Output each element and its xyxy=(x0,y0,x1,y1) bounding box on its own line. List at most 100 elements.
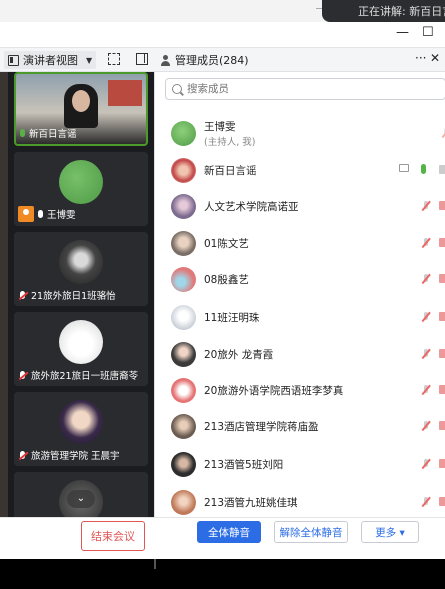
shared-screen-edge xyxy=(0,72,8,517)
camera-off-icon[interactable] xyxy=(439,497,445,506)
screen-share-indicator-bar: 正在讲解: 新百日言谣 xyxy=(0,0,445,22)
member-role: (主持人, 我) xyxy=(204,137,256,148)
camera-off-icon[interactable] xyxy=(439,385,445,394)
avatar xyxy=(171,305,196,330)
window-titlebar: — ☐ xyxy=(0,22,445,48)
video-tile[interactable]: 21旅外旅日1班骆怡 xyxy=(14,232,148,306)
microphone-muted-icon[interactable] xyxy=(421,421,431,431)
video-tile[interactable]: 旅游管理学院 王晨宇 xyxy=(14,392,148,466)
video-gallery[interactable]: 新百日言谣 王博雯 21旅外旅日1班骆怡 旅外旅21旅日一班唐裔苓 旅游管理学院… xyxy=(8,72,154,517)
microphone-muted-icon[interactable] xyxy=(421,274,431,284)
member-row[interactable]: 08殷鑫艺 xyxy=(155,262,445,298)
avatar xyxy=(171,158,196,183)
host-badge-icon xyxy=(18,206,34,222)
screen-share-icon xyxy=(399,164,409,172)
background-poster xyxy=(108,80,142,106)
member-search[interactable] xyxy=(165,78,445,100)
microphone-muted-icon[interactable] xyxy=(421,349,431,359)
camera-off-icon[interactable] xyxy=(439,238,445,247)
member-row-host[interactable]: 王博雯 (主持人, 我) xyxy=(155,116,445,152)
avatar xyxy=(59,320,103,364)
video-tile-label: 21旅外旅日1班骆怡 xyxy=(18,288,116,302)
member-name: 20旅游外语学院西语班李梦真 xyxy=(204,385,344,397)
microphone-icon[interactable] xyxy=(441,128,445,138)
divider xyxy=(154,559,156,569)
avatar xyxy=(171,378,196,403)
member-name: 11班汪明珠 xyxy=(204,312,260,324)
member-name: 08殷鑫艺 xyxy=(204,274,249,286)
member-row[interactable]: 213酒店管理学院蒋庙盈 xyxy=(155,409,445,445)
meeting-footer: 结束会议 全体静音 解除全体静音 更多 ▾ xyxy=(0,517,445,559)
member-name: 人文艺术学院高诺亚 xyxy=(204,201,299,213)
search-icon xyxy=(172,84,182,94)
video-tile[interactable]: 王博雯 xyxy=(14,152,148,226)
sharing-status-text: 正在讲解: 新百日言谣 xyxy=(358,5,445,18)
camera-off-icon[interactable] xyxy=(439,459,445,468)
more-options-button[interactable]: ··· xyxy=(415,51,426,65)
microphone-muted-icon xyxy=(18,290,27,300)
microphone-icon[interactable] xyxy=(421,164,426,174)
video-tile-label: 旅外旅21旅日一班唐裔苓 xyxy=(18,368,138,382)
avatar xyxy=(171,452,196,477)
mute-all-button[interactable]: 全体静音 xyxy=(197,521,261,543)
camera-off-icon[interactable] xyxy=(439,349,445,358)
maximize-button[interactable]: ☐ xyxy=(422,25,434,40)
avatar xyxy=(171,231,196,256)
avatar xyxy=(171,121,196,146)
camera-off-icon[interactable] xyxy=(439,274,445,283)
camera-off-icon[interactable] xyxy=(439,201,445,210)
avatar xyxy=(171,194,196,219)
member-row[interactable]: 213酒管5班刘阳 xyxy=(155,447,445,483)
microphone-icon xyxy=(38,210,43,218)
more-actions-dropdown[interactable]: 更多 ▾ xyxy=(361,521,419,543)
microphone-muted-icon[interactable] xyxy=(421,238,431,248)
camera-off-icon[interactable] xyxy=(439,312,445,321)
avatar xyxy=(59,160,103,204)
camera-off-icon[interactable] xyxy=(439,421,445,430)
scroll-down-button[interactable]: ⌄ xyxy=(67,490,95,508)
microphone-muted-icon xyxy=(18,450,27,460)
avatar xyxy=(59,400,103,444)
avatar xyxy=(171,414,196,439)
avatar xyxy=(171,490,196,515)
member-name: 新百日言谣 xyxy=(204,165,257,177)
member-row[interactable]: 新百日言谣 xyxy=(155,153,445,189)
fullscreen-icon[interactable] xyxy=(108,53,120,65)
member-row[interactable]: 20旅外 龙青霞 xyxy=(155,337,445,373)
member-name: 213酒管5班刘阳 xyxy=(204,459,284,471)
camera-icon[interactable] xyxy=(439,165,445,174)
avatar xyxy=(59,240,103,284)
chevron-down-icon: ▼ xyxy=(86,55,93,65)
participant-face xyxy=(72,90,90,112)
close-panel-button[interactable]: ✕ xyxy=(430,51,440,65)
unmute-all-button[interactable]: 解除全体静音 xyxy=(274,521,348,543)
search-input[interactable] xyxy=(187,83,427,95)
end-meeting-button[interactable]: 结束会议 xyxy=(81,521,145,551)
member-row[interactable]: 11班汪明珠 xyxy=(155,300,445,336)
member-row[interactable]: 人文艺术学院高诺亚 xyxy=(155,189,445,225)
microphone-muted-icon[interactable] xyxy=(421,459,431,469)
video-tile-label: 新百日言谣 xyxy=(20,126,77,140)
video-tile-label: 旅游管理学院 王晨宇 xyxy=(18,448,120,462)
minimize-button[interactable]: — xyxy=(396,25,409,40)
app-root: 正在讲解: 新百日言谣 — ☐ 演讲者视图 ▼ 管理成员(284) ··· ✕ … xyxy=(0,0,445,589)
view-mode-dropdown[interactable]: 演讲者视图 ▼ xyxy=(4,51,96,69)
video-tile[interactable]: 旅外旅21旅日一班唐裔苓 xyxy=(14,312,148,386)
member-row[interactable]: 213酒管九班姚佳琪 xyxy=(155,485,445,517)
sidebar-toggle-icon[interactable] xyxy=(136,53,148,65)
member-row[interactable]: 01陈文艺 xyxy=(155,226,445,262)
video-tile[interactable]: 新百日言谣 xyxy=(14,72,148,146)
bottom-black-bar xyxy=(0,559,445,589)
members-panel: 王博雯 (主持人, 我) 新百日言谣 人文艺术学院高诺亚 01陈文艺 08殷鑫艺 xyxy=(154,72,445,517)
video-tile-label: 王博雯 xyxy=(18,206,76,222)
person-icon xyxy=(160,54,171,66)
member-name: 01陈文艺 xyxy=(204,238,249,250)
member-row[interactable]: 20旅游外语学院西语班李梦真 xyxy=(155,373,445,409)
microphone-muted-icon[interactable] xyxy=(421,385,431,395)
microphone-muted-icon[interactable] xyxy=(421,201,431,211)
microphone-muted-icon[interactable] xyxy=(421,312,431,322)
microphone-muted-icon[interactable] xyxy=(421,497,431,507)
layout-icon xyxy=(8,54,19,66)
avatar xyxy=(171,267,196,292)
member-name: 20旅外 龙青霞 xyxy=(204,349,274,361)
